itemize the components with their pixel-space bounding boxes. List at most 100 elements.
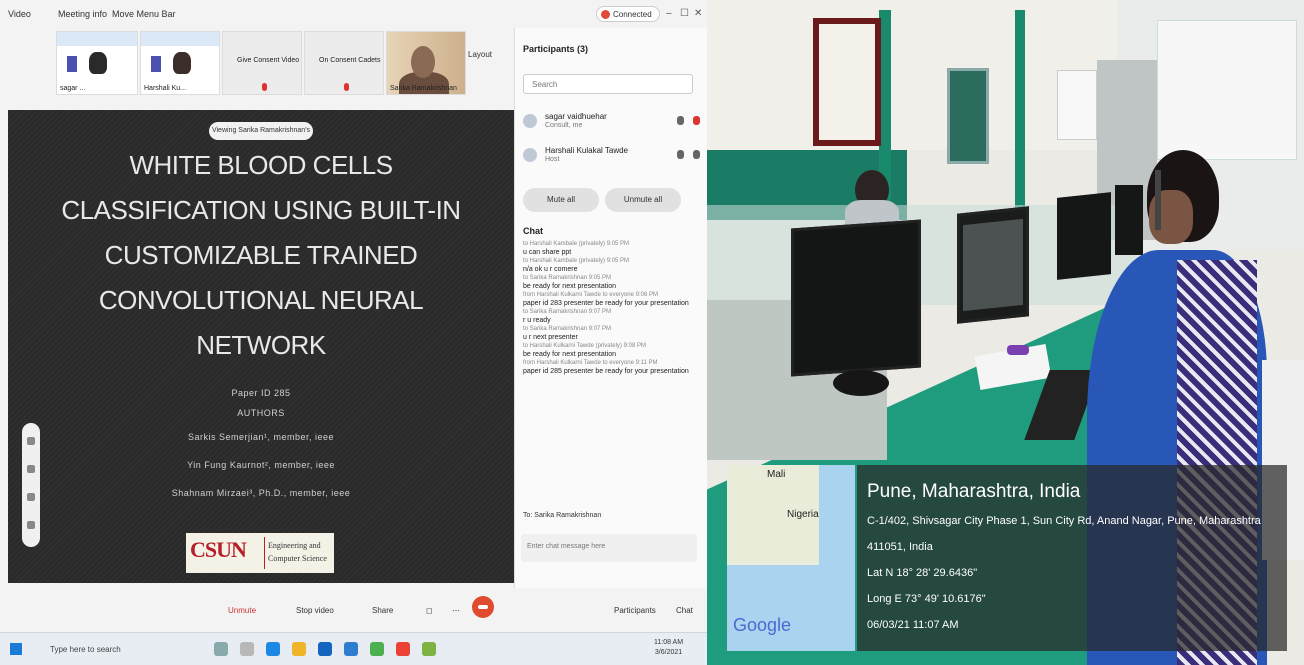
thumb-name: Harshali Ku... — [144, 85, 187, 92]
green-pillar — [1015, 10, 1025, 220]
thumb-name: Sarika Ramakrishnan — [390, 85, 457, 92]
author-line: Shahnam Mirzaei³, Ph.D., member, ieee — [171, 488, 351, 498]
chat-log[interactable]: to Harshali Kambale (privately) 9:05 PM u… — [523, 240, 701, 376]
eraser-icon[interactable] — [27, 521, 35, 529]
title-bar: Video Meeting info Move Menu Bar Connect… — [0, 0, 707, 28]
edge-icon[interactable] — [266, 642, 280, 656]
viewing-banner[interactable]: Viewing Sarika Ramakrishnan's ... — [209, 122, 313, 152]
chat-header[interactable]: Chat — [523, 226, 543, 236]
avatar — [523, 148, 537, 162]
pen-icon[interactable] — [27, 465, 35, 473]
person-head — [411, 46, 435, 78]
avatar — [523, 114, 537, 128]
unmute-all-button[interactable]: Unmute all — [605, 188, 681, 212]
meeting-app-screenshot: Video Meeting info Move Menu Bar Connect… — [0, 0, 707, 665]
meeting-info-menu[interactable]: Meeting info — [58, 9, 107, 19]
minimize-button[interactable]: – — [666, 8, 672, 19]
windows-start-icon[interactable] — [10, 643, 22, 655]
thumb-flag — [151, 56, 161, 72]
chat-input[interactable]: Enter chat message here — [521, 534, 697, 562]
participant-video[interactable]: Sarika Ramakrishnan — [386, 31, 466, 95]
wall-frame — [947, 68, 989, 164]
video-off-icon[interactable] — [693, 116, 700, 125]
participant-thumb[interactable]: On Consent Cadets — [304, 31, 384, 95]
maximize-button[interactable]: ☐ — [680, 8, 689, 19]
annotation-toolbar[interactable] — [22, 423, 40, 547]
share-button[interactable]: Share — [372, 601, 393, 621]
mic-icon[interactable] — [677, 116, 684, 125]
participant-row[interactable]: sagar vaidhuehar Consult, me — [523, 110, 701, 138]
geotag-datetime: 06/03/21 11:07 AM — [867, 619, 959, 631]
app-icon[interactable] — [240, 642, 254, 656]
connection-status[interactable]: Connected — [596, 6, 660, 22]
highlighter-icon[interactable] — [27, 493, 35, 501]
logo-subtitle-line: Engineering and — [268, 541, 321, 550]
mic-icon[interactable] — [677, 150, 684, 159]
mic-muted-icon — [344, 83, 349, 91]
chrome-icon[interactable] — [396, 642, 410, 656]
thumb-name: On Consent Cadets — [319, 57, 381, 64]
slide-title-line: NETWORK — [196, 330, 326, 360]
chat-text: u can share ppt — [523, 249, 572, 256]
participant-search-input[interactable]: Search — [523, 74, 693, 94]
record-icon[interactable]: ◻ — [426, 601, 433, 621]
video-icon[interactable] — [693, 150, 700, 159]
chat-button[interactable]: Chat — [676, 601, 693, 621]
thumb-face — [89, 52, 107, 74]
end-call-button[interactable] — [472, 596, 494, 618]
explorer-icon[interactable] — [292, 642, 306, 656]
map-label: Nigeria — [787, 509, 819, 520]
participant-thumb[interactable]: sagar ... — [56, 31, 138, 95]
chat-text: u r next presenter — [523, 334, 578, 341]
participant-thumb[interactable]: Harshali Ku... — [140, 31, 220, 95]
chat-message: to Sarika Ramakrishnan 9:05 PM be ready f… — [523, 274, 701, 291]
chat-recipient[interactable]: To: Sarika Ramakrishnan — [523, 512, 601, 519]
thumb-name: Give Consent Video — [237, 57, 300, 64]
close-button[interactable]: ✕ — [694, 8, 702, 19]
location-map[interactable]: Mali Nigeria Google — [727, 465, 855, 651]
authors-heading: AUTHORS — [237, 408, 285, 418]
slide-title-line: CLASSIFICATION USING BUILT-IN — [61, 195, 461, 225]
participant-role: Consult, me — [545, 122, 583, 129]
csun-logo-text: CSUN — [190, 537, 247, 562]
chat-text: r u ready — [523, 317, 551, 324]
wall-cabinet — [1057, 70, 1097, 140]
layout-button[interactable]: Layout — [468, 50, 492, 59]
csun-logo: CSUN Engineering and Computer Science — [186, 533, 334, 573]
slide-title-line: CUSTOMIZABLE TRAINED — [104, 240, 418, 270]
thumb-name: sagar ... — [60, 85, 86, 92]
system-clock[interactable]: 11:08 AM 3/6/2021 — [654, 638, 683, 658]
to-label: To: — [523, 512, 533, 519]
more-icon[interactable]: ⋯ — [452, 601, 460, 621]
participants-button[interactable]: Participants — [614, 601, 656, 621]
mail-icon[interactable] — [344, 642, 358, 656]
app-icon[interactable] — [370, 642, 384, 656]
mute-all-button[interactable]: Mute all — [523, 188, 599, 212]
shared-presentation: Viewing Sarika Ramakrishnan's ... WHITE … — [8, 110, 514, 583]
move-menu-bar[interactable]: Move Menu Bar — [112, 9, 176, 19]
store-icon[interactable] — [318, 642, 332, 656]
geotag-longitude: Long E 73° 49' 10.6176" — [867, 593, 986, 605]
pointer-icon[interactable] — [27, 437, 35, 445]
chat-meta: to Harshali Kambale (privately) 9:05 PM — [523, 241, 630, 247]
unmute-button[interactable]: Unmute — [228, 601, 256, 621]
video-menu[interactable]: Video — [8, 9, 31, 19]
participant-row[interactable]: Harshali Kulakal Tawde Host — [523, 144, 701, 172]
author-line: Yin Fung Kaurnot², member, ieee — [187, 460, 335, 470]
stop-video-button[interactable]: Stop video — [296, 601, 334, 621]
to-value[interactable]: Sarika Ramakrishnan — [534, 512, 601, 519]
participant-thumb[interactable]: Give Consent Video — [222, 31, 302, 95]
logo-subtitle-line: Computer Science — [268, 554, 327, 563]
taskbar-search[interactable]: Type here to search — [34, 641, 164, 659]
google-logo: Google — [733, 615, 792, 635]
thumb-flag — [67, 56, 77, 72]
side-panel: Participants (3) Search sagar vaidhuehar… — [514, 28, 707, 588]
chat-message: to Sarika Ramakrishnan 9:07 PM r u ready — [523, 308, 701, 325]
chat-meta: from Harshali Kulkarni Tawde to everyone… — [523, 292, 658, 298]
app-icon[interactable] — [422, 642, 436, 656]
logo-divider — [264, 537, 265, 569]
participants-header[interactable]: Participants (3) — [523, 44, 588, 54]
task-view-icon[interactable] — [214, 642, 228, 656]
monitor-screen — [963, 218, 1023, 312]
chat-message: from Harshali Kulkarni Tawde to everyone… — [523, 359, 701, 376]
